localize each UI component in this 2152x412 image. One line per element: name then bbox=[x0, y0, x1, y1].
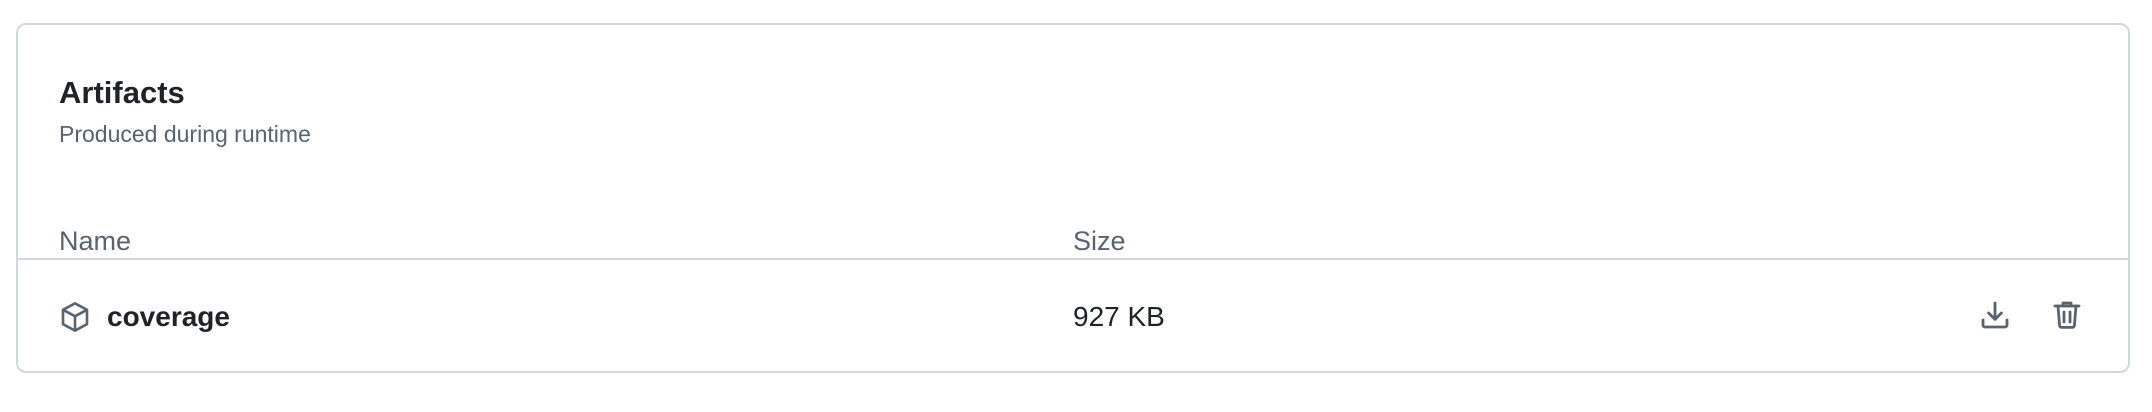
package-icon bbox=[59, 301, 91, 333]
panel-title: Artifacts bbox=[59, 75, 185, 110]
delete-button[interactable] bbox=[2045, 295, 2089, 339]
table-divider bbox=[18, 258, 2128, 260]
panel-subtitle: Produced during runtime bbox=[59, 121, 311, 147]
download-button[interactable] bbox=[1973, 295, 2017, 339]
download-icon bbox=[1979, 299, 2011, 336]
panel-header: Artifacts Produced during runtime bbox=[59, 73, 311, 149]
artifacts-panel: Artifacts Produced during runtime Name S… bbox=[16, 23, 2130, 373]
column-header-size: Size bbox=[1073, 226, 1126, 256]
trash-icon bbox=[2051, 299, 2083, 336]
artifact-size: 927 KB bbox=[1073, 301, 1165, 332]
column-header-name: Name bbox=[59, 226, 132, 256]
table-row: coverage 927 KB bbox=[18, 291, 2128, 343]
artifact-name-link[interactable]: coverage bbox=[107, 300, 230, 334]
